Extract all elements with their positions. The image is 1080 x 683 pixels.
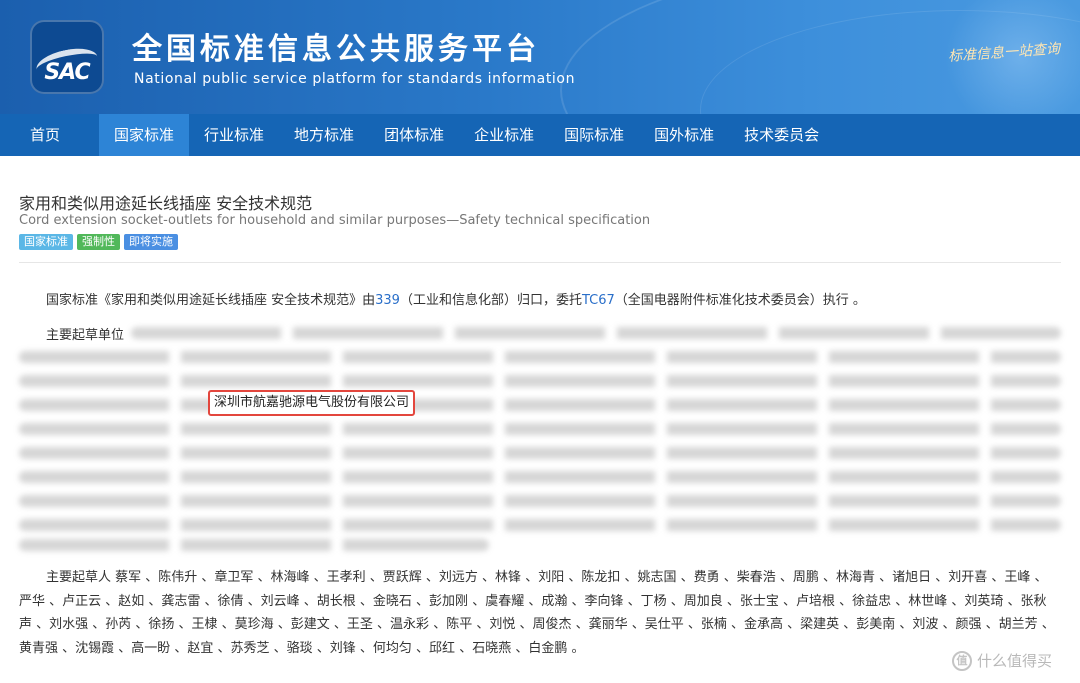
standard-title: 家用和类似用途延长线插座 安全技术规范 xyxy=(19,194,313,213)
tc-code-link[interactable]: TC67 xyxy=(582,293,615,308)
sac-logo[interactable]: SAC xyxy=(30,20,104,94)
blurred-text-line xyxy=(19,351,1061,363)
highlighted-drafting-unit: 深圳市航嘉驰源电气股份有限公司 xyxy=(208,390,416,416)
tag-national-standard: 国家标准 xyxy=(19,234,73,250)
tag-mandatory: 强制性 xyxy=(77,234,120,250)
smzdm-icon: 值 xyxy=(952,650,972,671)
nav-item-enterprise-standards[interactable]: 企业标准 xyxy=(459,114,549,156)
logo-text: SAC xyxy=(44,60,90,85)
header-banner: SAC 全国标准信息公共服务平台 National public service… xyxy=(0,0,1080,114)
intro-tc-text: （全国电器附件标准化技术委员会）执行 。 xyxy=(614,293,866,308)
tag-upcoming: 即将实施 xyxy=(124,234,178,250)
blurred-text-line xyxy=(19,399,1061,411)
site-watermark: 值 什么值得买 xyxy=(952,650,1052,671)
standard-title-en: Cord extension socket-outlets for househ… xyxy=(19,213,651,228)
standard-intro: 国家标准《家用和类似用途延长线插座 安全技术规范》由339（工业和信息化部）归口… xyxy=(46,289,866,308)
blurred-text-line xyxy=(131,327,1061,339)
site-subtitle: National public service platform for sta… xyxy=(134,71,576,87)
divider xyxy=(19,262,1061,263)
drafters-list: 主要起草人 蔡军 、陈伟升 、章卫军 、林海峰 、王孝利 、贾跃辉 、刘远方 、… xyxy=(19,570,1055,656)
main-nav: 首页 国家标准 行业标准 地方标准 团体标准 企业标准 国际标准 国外标准 技术… xyxy=(0,114,1080,156)
blurred-text-line xyxy=(19,375,1061,387)
nav-item-foreign-standards[interactable]: 国外标准 xyxy=(639,114,729,156)
blurred-text-line xyxy=(19,539,489,551)
nav-item-national-standards[interactable]: 国家标准 xyxy=(99,114,190,156)
blurred-text-line xyxy=(19,447,1061,459)
nav-item-local-standards[interactable]: 地方标准 xyxy=(279,114,369,156)
intro-org-text: （工业和信息化部）归口，委托 xyxy=(399,293,582,308)
drafting-units-label: 主要起草单位 xyxy=(46,328,125,343)
nav-item-group-standards[interactable]: 团体标准 xyxy=(369,114,459,156)
nav-item-home[interactable]: 首页 xyxy=(0,114,75,156)
blurred-text-line xyxy=(19,495,1061,507)
site-title: 全国标准信息公共服务平台 xyxy=(132,32,540,67)
drafting-units: 主要起草单位 xyxy=(19,323,1064,551)
blurred-text-line xyxy=(19,519,1061,531)
org-code-link[interactable]: 339 xyxy=(375,293,400,308)
blurred-text-line xyxy=(19,471,1061,483)
watermark-text: 什么值得买 xyxy=(977,652,1053,670)
nav-item-industry-standards[interactable]: 行业标准 xyxy=(189,114,279,156)
nav-item-technical-committees[interactable]: 技术委员会 xyxy=(729,114,834,156)
intro-prefix: 国家标准《家用和类似用途延长线插座 安全技术规范》由 xyxy=(46,293,376,308)
nav-item-international-standards[interactable]: 国际标准 xyxy=(549,114,639,156)
blurred-text-line xyxy=(19,423,1061,435)
standard-tags: 国家标准 强制性 即将实施 xyxy=(19,234,178,250)
